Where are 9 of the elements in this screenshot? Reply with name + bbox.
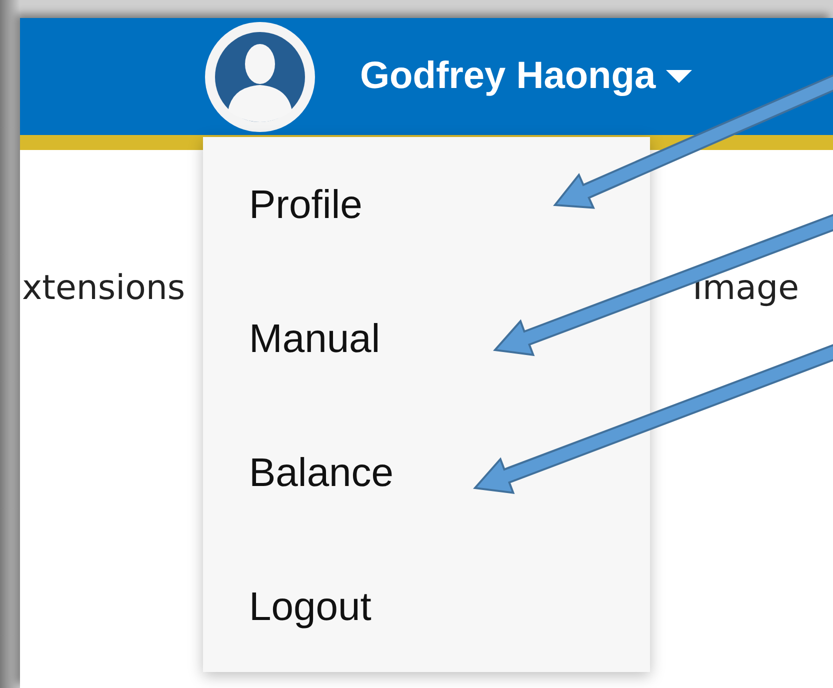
menu-item[interactable]: Manual (203, 315, 650, 363)
menu-item[interactable]: Logout (203, 583, 650, 631)
user-menu-button[interactable]: Godfrey Haonga (360, 55, 692, 98)
page-text: xtensions (22, 268, 186, 308)
menu-item[interactable]: Profile (203, 181, 650, 229)
avatar-icon[interactable] (204, 20, 316, 132)
caret-icon (666, 70, 692, 84)
page-text: Image (692, 268, 799, 308)
menu-item[interactable]: Balance (203, 449, 650, 497)
